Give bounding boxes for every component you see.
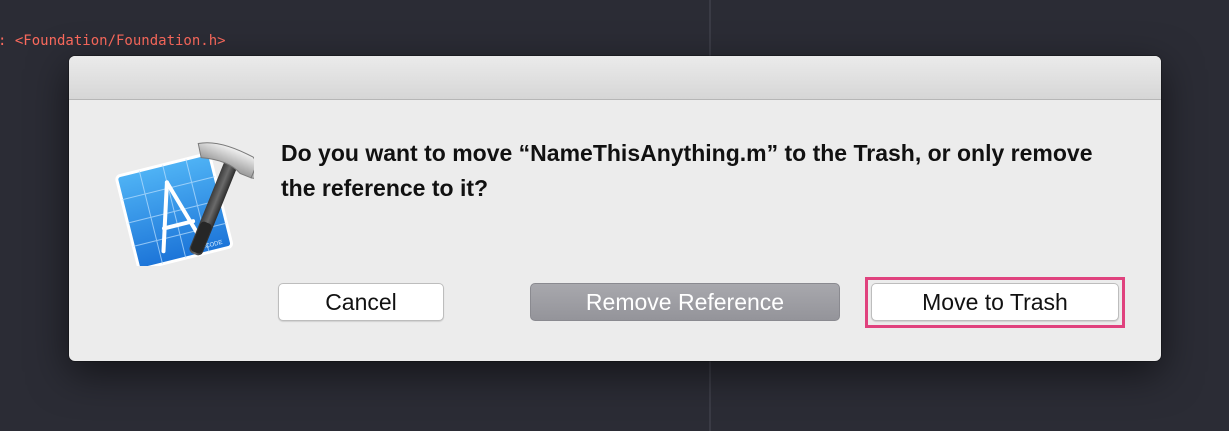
xcode-icon: XCODE bbox=[114, 136, 265, 271]
move-to-trash-button[interactable]: Move to Trash bbox=[871, 283, 1119, 321]
cancel-button[interactable]: Cancel bbox=[278, 283, 444, 321]
dialog-message: Do you want to move “NameThisAnything.m”… bbox=[281, 140, 1093, 201]
remove-reference-button[interactable]: Remove Reference bbox=[530, 283, 840, 321]
move-to-trash-dialog: XCODE Do you want to move “NameThisAnyth… bbox=[69, 56, 1161, 361]
code-line-import: : <Foundation/Foundation.h> bbox=[0, 33, 226, 49]
dialog-titlebar bbox=[69, 56, 1161, 100]
